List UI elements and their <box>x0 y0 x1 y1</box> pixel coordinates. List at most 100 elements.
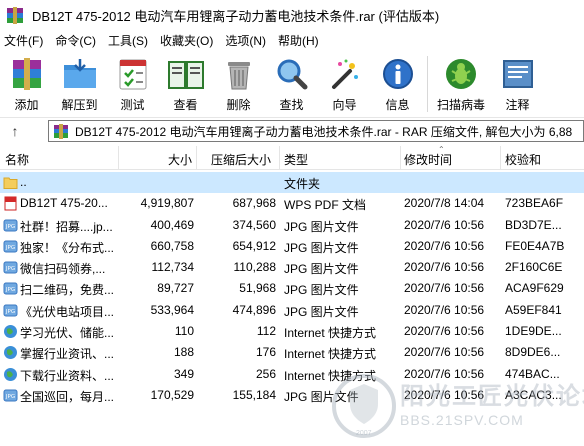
watermark-url: BBS.21SPV.COM <box>400 412 524 428</box>
archive-path-field[interactable]: DB12T 475-2012 电动汽车用锂离子动力蓄电池技术条件.rar - R… <box>48 120 584 142</box>
column-divider[interactable] <box>500 146 501 170</box>
svg-text:JPG: JPG <box>5 394 15 400</box>
comment-icon <box>499 55 537 93</box>
file-row[interactable]: JPG 独家！《分布式... 660,758 654,912 JPG 图片文件 2020/… <box>0 236 584 257</box>
file-size: 89,727 <box>157 281 194 296</box>
file-type: JPG 图片文件 <box>284 240 359 255</box>
up-arrow-icon[interactable]: ↑ <box>0 123 30 139</box>
file-name: DB12T 475-20... <box>20 196 108 211</box>
menu-favorites[interactable]: 收藏夹(O) <box>156 32 221 49</box>
column-divider[interactable] <box>400 146 401 170</box>
file-row[interactable]: JPG 社群！招募....jp... 400,469 374,560 JPG 图片文件 2… <box>0 215 584 236</box>
file-packed-size: 374,560 <box>232 217 276 232</box>
file-row[interactable]: 下载行业资料、... 349 256 Internet 快捷方式 2020/7/6 10… <box>0 364 584 385</box>
file-type: Internet 快捷方式 <box>284 326 377 341</box>
file-type: JPG 图片文件 <box>284 262 359 277</box>
file-crc: 723BEA6F <box>505 196 564 211</box>
jpg-file-icon: JPG <box>3 281 18 296</box>
menu-help[interactable]: 帮助(H) <box>274 32 327 49</box>
file-row[interactable]: JPG 全国巡回，每月... 170,529 155,184 JPG 图片文件 2020/… <box>0 385 584 406</box>
file-size: 660,758 <box>150 238 194 253</box>
rar-archive-icon <box>53 123 69 139</box>
column-divider[interactable] <box>196 146 197 170</box>
file-row[interactable]: JPG 扫二维码，免费... 89,727 51,968 JPG 图片文件 2020/7/… <box>0 278 584 299</box>
file-type: JPG 图片文件 <box>284 219 359 234</box>
jpg-file-icon: JPG <box>3 260 18 275</box>
extract-to-button[interactable]: 解压到 <box>53 52 106 113</box>
menu-tools[interactable]: 工具(S) <box>104 32 156 49</box>
column-packed[interactable]: 压缩后大小 <box>211 151 271 168</box>
file-packed-size: 176 <box>255 345 276 360</box>
file-type: Internet 快捷方式 <box>284 347 377 362</box>
column-divider[interactable] <box>279 146 280 170</box>
info-icon <box>379 55 417 93</box>
menu-file[interactable]: 文件(F) <box>0 32 51 49</box>
delete-label: 删除 <box>226 98 251 112</box>
file-crc: BD3D7E... <box>505 217 562 232</box>
file-name: 掌握行业资讯、... <box>20 347 115 362</box>
file-row[interactable]: JPG 《光伏电站项目... 533,964 474,896 JPG 图片文件 2020/… <box>0 300 584 321</box>
view-button[interactable]: 查看 <box>159 52 212 113</box>
add-button[interactable]: 添加 <box>0 52 53 113</box>
file-row[interactable]: DB12T 475-20... 4,919,807 687,968 WPS PDF 文… <box>0 193 584 214</box>
toolbar: 添加 解压到 测试 查看 删除 查找 向导 信息 扫描病毒 注释 <box>0 52 584 116</box>
menu-commands[interactable]: 命令(C) <box>51 32 104 49</box>
file-size: 400,469 <box>150 217 194 232</box>
file-modified: 2020/7/6 10:56 <box>404 366 485 381</box>
menu-options[interactable]: 选项(N) <box>221 32 274 49</box>
file-list: .. 文件夹 DB12T 475-20... 4,919,807 687,968 WPS … <box>0 172 584 406</box>
file-crc: 1DE9DE... <box>505 324 562 339</box>
file-packed-size: 256 <box>255 366 276 381</box>
file-size: 112,734 <box>151 260 195 275</box>
file-modified: 2020/7/8 14:04 <box>404 196 485 211</box>
file-size: 110 <box>174 324 194 339</box>
file-packed-size: 474,896 <box>232 302 276 317</box>
file-modified: 2020/7/6 10:56 <box>404 281 485 296</box>
winrar-app-icon[interactable] <box>6 6 24 24</box>
sort-arrow-icon: ⌃ <box>438 145 445 154</box>
info-label: 信息 <box>385 98 410 112</box>
svg-text:JPG: JPG <box>5 309 15 315</box>
file-row[interactable]: 掌握行业资讯、... 188 176 Internet 快捷方式 2020/7/6 10… <box>0 342 584 363</box>
file-row[interactable]: 学习光伏、储能... 110 112 Internet 快捷方式 2020/7/6 10… <box>0 321 584 342</box>
comment-label: 注释 <box>505 98 530 112</box>
file-packed-size: 155,184 <box>232 387 276 402</box>
column-crc[interactable]: 校验和 <box>505 151 541 168</box>
file-crc: ACA9F629 <box>505 281 564 296</box>
find-button[interactable]: 查找 <box>265 52 318 113</box>
file-name: 学习光伏、储能... <box>20 326 115 341</box>
trash-icon <box>220 55 258 93</box>
column-type[interactable]: 类型 <box>284 151 308 168</box>
wizard-wand-icon <box>326 55 364 93</box>
file-name: 全国巡回，每月... <box>20 389 115 404</box>
column-modified[interactable]: 修改时间 <box>404 151 452 168</box>
file-packed-size: 654,912 <box>232 238 276 253</box>
file-name: 《光伏电站项目... <box>20 304 115 319</box>
column-name[interactable]: 名称 <box>5 151 29 168</box>
file-packed-size: 112 <box>256 324 276 339</box>
svg-text:JPG: JPG <box>5 224 15 230</box>
menu-bar: 文件(F) 命令(C) 工具(S) 收藏夹(O) 选项(N) 帮助(H) <box>0 30 584 50</box>
info-button[interactable]: 信息 <box>371 52 424 113</box>
pdf-file-icon <box>3 196 18 211</box>
column-divider[interactable] <box>118 146 119 170</box>
parent-folder-row[interactable]: .. 文件夹 <box>0 172 584 194</box>
view-book-icon <box>167 55 205 93</box>
scan-virus-button[interactable]: 扫描病毒 <box>431 52 491 113</box>
file-name: 社群！招募....jp... <box>20 219 113 234</box>
magnifier-icon <box>273 55 311 93</box>
find-label: 查找 <box>279 98 304 112</box>
file-name: .. <box>20 175 27 189</box>
file-modified: 2020/7/6 10:56 <box>404 302 485 317</box>
file-packed-size: 687,968 <box>232 196 276 211</box>
file-row[interactable]: JPG 微信扫码领券,... 112,734 110,288 JPG 图片文件 2020/… <box>0 257 584 278</box>
comment-button[interactable]: 注释 <box>491 52 544 113</box>
test-button[interactable]: 测试 <box>106 52 159 113</box>
file-crc: A59EF841 <box>505 302 562 317</box>
file-packed-size: 51,968 <box>239 281 276 296</box>
wizard-button[interactable]: 向导 <box>318 52 371 113</box>
delete-button[interactable]: 删除 <box>212 52 265 113</box>
file-modified: 2020/7/6 10:56 <box>404 260 485 275</box>
toolbar-separator <box>427 56 428 112</box>
column-size[interactable]: 大小 <box>168 151 192 168</box>
